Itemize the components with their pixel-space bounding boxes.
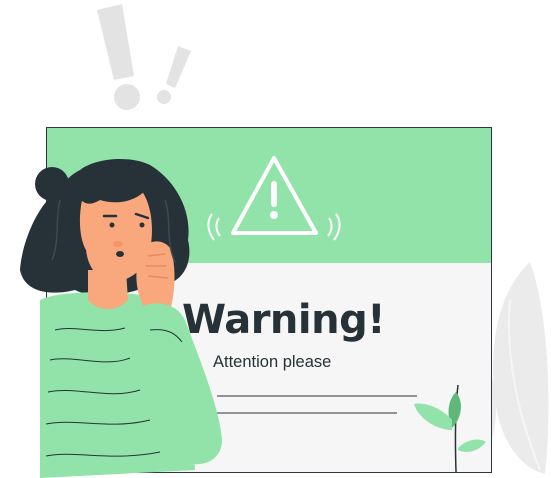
worried-woman	[20, 158, 222, 478]
warning-illustration: Warning! Attention please	[0, 0, 551, 478]
